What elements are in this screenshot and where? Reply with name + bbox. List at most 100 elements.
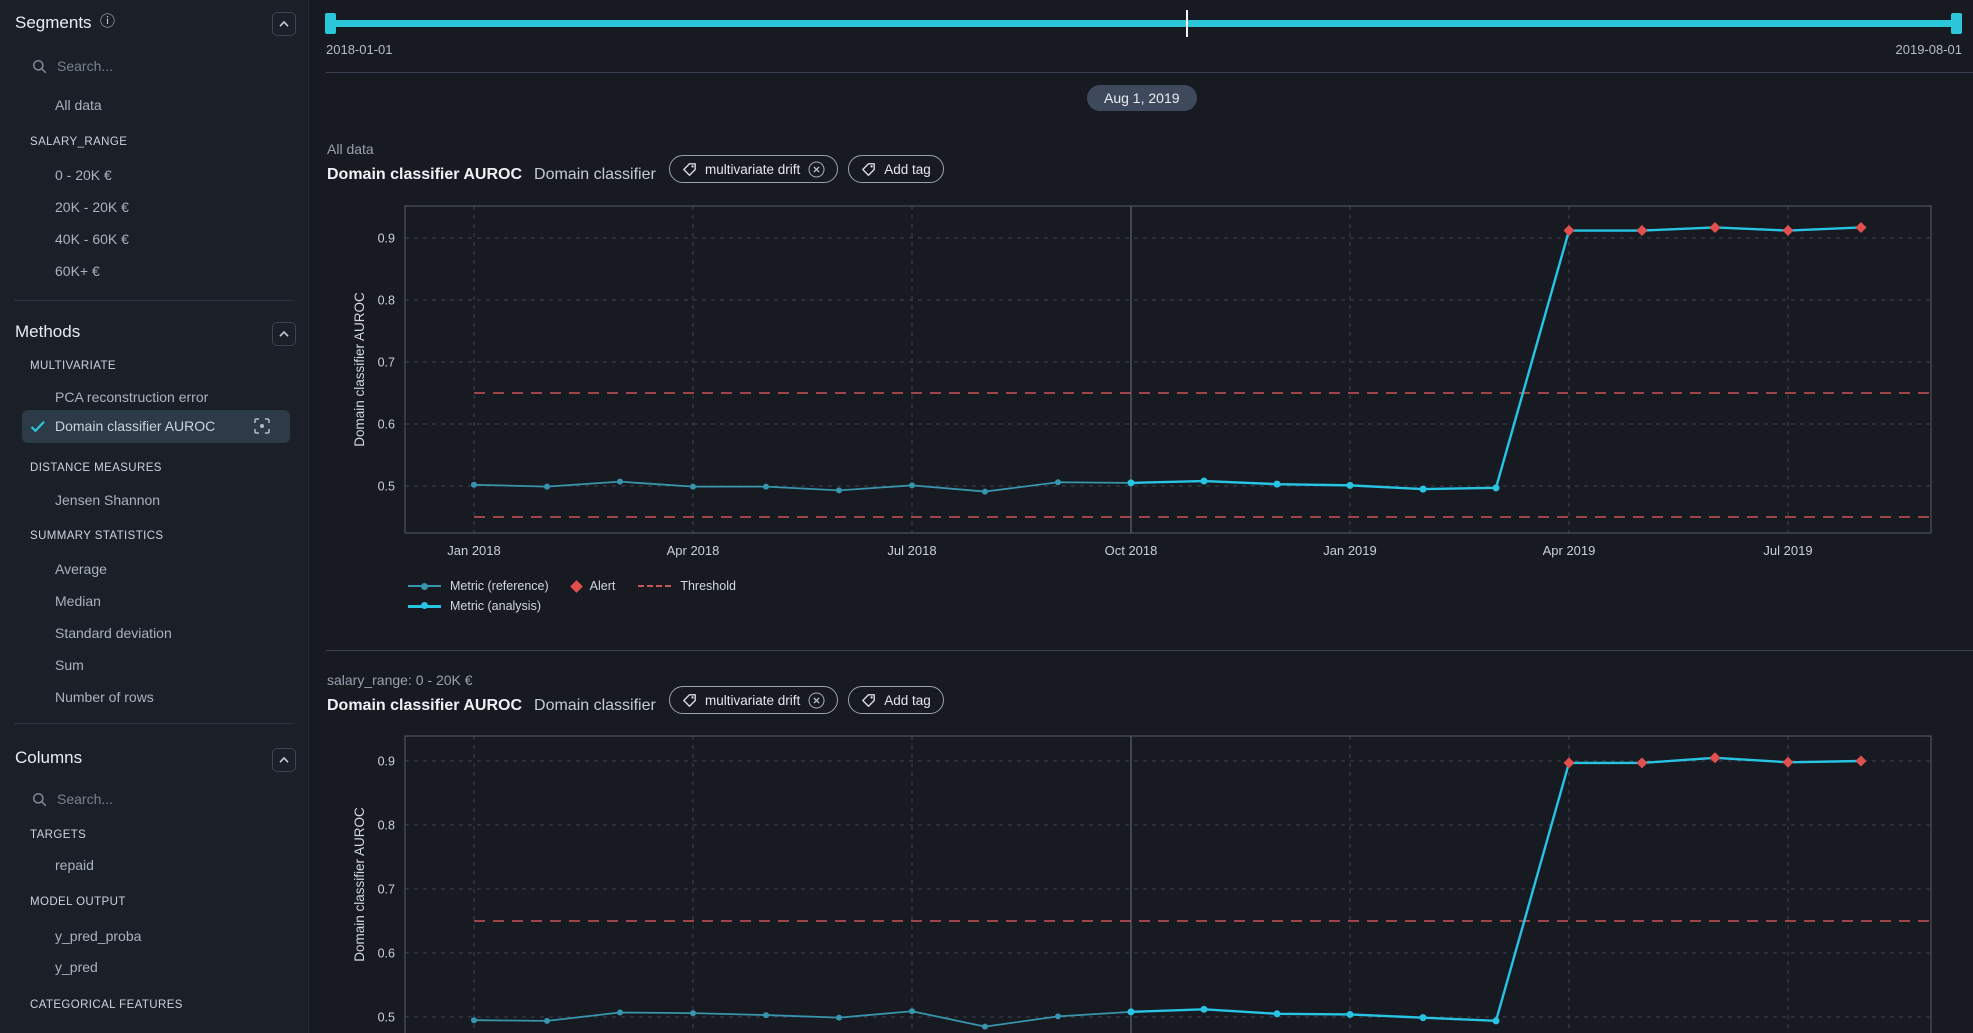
chart-legend: Metric (reference) Alert Threshold Metri… [408,577,759,617]
panel-segment-label: All data [327,141,374,157]
add-tag-label: Add tag [884,693,931,708]
alert-diamond-icon [570,580,583,593]
segments-search-placeholder: Search... [57,58,113,74]
svg-text:0.5: 0.5 [378,1011,395,1025]
svg-text:0.5: 0.5 [378,480,395,494]
sidebar-item-average[interactable]: Average [55,561,107,577]
analysis-line-swatch [408,605,441,608]
group-label-salary-range: SALARY_RANGE [30,136,127,148]
metric-chart-all-data[interactable]: 0.50.60.70.80.9Jan 2018Apr 2018Jul 2018O… [330,200,1940,560]
columns-title: Columns [15,748,82,768]
add-tag-label: Add tag [884,162,931,177]
timeline-track[interactable] [327,20,1957,27]
group-label-distance-measures: DISTANCE MEASURES [30,462,162,474]
tag-multivariate-drift[interactable]: multivariate drift [669,155,838,183]
sidebar: Segments ⓘ Search... Methods Domain clas… [0,0,309,1033]
timeline-end-date: 2019-08-01 [1896,42,1963,57]
legend-label-alert: Alert [590,579,616,593]
sidebar-item-jensen-shannon[interactable]: Jensen Shannon [55,492,160,508]
legend-item-threshold[interactable]: Threshold [638,579,736,593]
tag-icon [861,693,876,708]
panel-title-row: Domain classifier AUROC Domain classifie… [327,697,656,715]
chevron-up-icon [278,20,290,28]
methods-collapse-button[interactable] [272,322,296,346]
timeline-handle-end[interactable] [1951,13,1962,34]
legend-label-threshold: Threshold [680,579,736,593]
timeline-handle-start[interactable] [325,13,336,34]
checkmark-icon [30,420,46,433]
section-divider [326,650,1973,651]
segments-title: Segments [15,13,92,33]
panel-subtitle: Domain classifier [534,166,656,184]
svg-text:Jan 2018: Jan 2018 [447,543,501,558]
sidebar-item-pca-reconstruction-error[interactable]: PCA reconstruction error [55,389,208,405]
remove-tag-icon[interactable] [808,161,825,178]
svg-text:Domain classifier AUROC: Domain classifier AUROC [352,807,367,962]
panel-tags: multivariate drift Add tag [669,686,944,714]
sidebar-divider [14,723,295,724]
svg-text:0.9: 0.9 [378,755,395,769]
remove-tag-icon[interactable] [808,692,825,709]
panel-title-row: Domain classifier AUROC Domain classifie… [327,166,656,184]
legend-item-analysis[interactable]: Metric (analysis) [408,599,541,613]
svg-text:Domain classifier AUROC: Domain classifier AUROC [352,292,367,447]
timeline-start-date: 2018-01-01 [326,42,393,57]
legend-item-alert[interactable]: Alert [572,579,616,593]
sidebar-item-sum[interactable]: Sum [55,657,84,673]
panel-subtitle: Domain classifier [534,697,656,715]
svg-text:Oct 2018: Oct 2018 [1105,543,1158,558]
group-label-multivariate: MULTIVARIATE [30,360,116,372]
tag-icon [682,162,697,177]
sidebar-divider [14,300,295,301]
segments-search-input[interactable]: Search... [32,58,113,74]
metric-chart-salary-0-20k[interactable]: 0.50.60.70.80.9Domain classifier AUROC [330,728,1940,1033]
panel-tags: multivariate drift Add tag [669,155,944,183]
add-tag-button[interactable]: Add tag [848,155,944,183]
sidebar-item-all-data[interactable]: All data [55,97,102,113]
info-icon[interactable]: ⓘ [100,14,115,29]
segments-collapse-button[interactable] [272,12,296,36]
svg-text:Jul 2018: Jul 2018 [887,543,936,558]
svg-text:Jan 2019: Jan 2019 [1323,543,1377,558]
sidebar-item-y-pred[interactable]: y_pred [55,959,98,975]
svg-text:0.7: 0.7 [378,356,395,370]
search-icon [32,59,47,74]
search-icon [32,792,47,807]
sidebar-item-median[interactable]: Median [55,593,101,609]
focus-scan-icon[interactable] [253,417,271,435]
tag-label: multivariate drift [705,162,800,177]
group-label-model-output: MODEL OUTPUT [30,896,126,908]
sidebar-item-60k-plus[interactable]: 60K+ € [55,263,100,279]
columns-collapse-button[interactable] [272,748,296,772]
selected-date-chip: Aug 1, 2019 [1087,85,1197,111]
sidebar-item-repaid[interactable]: repaid [55,857,94,873]
reference-line-swatch [408,585,441,587]
sidebar-item-40k-60k[interactable]: 40K - 60K € [55,231,129,247]
panel-segment-label: salary_range: 0 - 20K € [327,672,473,688]
tag-multivariate-drift[interactable]: multivariate drift [669,686,838,714]
sidebar-item-standard-deviation[interactable]: Standard deviation [55,625,172,641]
sidebar-item-y-pred-proba[interactable]: y_pred_proba [55,928,141,944]
legend-item-reference[interactable]: Metric (reference) [408,579,549,593]
tag-icon [682,693,697,708]
chevron-up-icon [278,756,290,764]
svg-text:0.8: 0.8 [378,819,395,833]
sidebar-item-20k-20k[interactable]: 20K - 20K € [55,199,129,215]
panel-title: Domain classifier AUROC [327,697,522,715]
svg-text:Apr 2019: Apr 2019 [1543,543,1596,558]
sidebar-item-number-of-rows[interactable]: Number of rows [55,689,154,705]
threshold-dash-swatch [638,585,671,587]
tag-label: multivariate drift [705,693,800,708]
svg-text:0.7: 0.7 [378,883,395,897]
timeline-cursor[interactable] [1186,10,1188,37]
chevron-up-icon [278,330,290,338]
group-label-summary-statistics: SUMMARY STATISTICS [30,530,164,542]
sidebar-item-domain-classifier-auroc[interactable]: Domain classifier AUROC [22,410,290,443]
section-divider [326,72,1973,73]
panel-title: Domain classifier AUROC [327,166,522,184]
tag-icon [861,162,876,177]
sidebar-item-0-20k[interactable]: 0 - 20K € [55,167,112,183]
add-tag-button[interactable]: Add tag [848,686,944,714]
columns-search-input[interactable]: Search... [32,791,113,807]
methods-title: Methods [15,322,80,342]
